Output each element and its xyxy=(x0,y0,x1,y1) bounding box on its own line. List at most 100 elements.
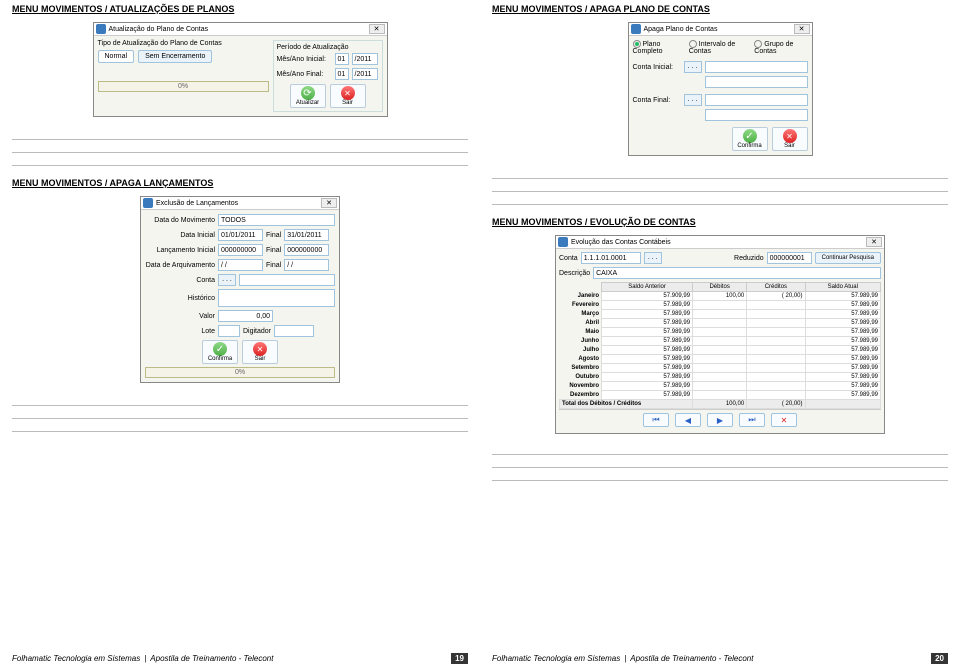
close-icon[interactable]: ✕ xyxy=(321,198,337,208)
page-footer: Folhamatic Tecnologia em Sistemas | Apos… xyxy=(12,653,468,664)
sair-button[interactable]: ✕Sair xyxy=(330,84,366,108)
table-total-row: Total dos Débitos / Créditos100,00( 20,0… xyxy=(560,400,881,409)
conta-label: Conta xyxy=(559,255,578,262)
table-row: Setembro57.989,9957.989,99 xyxy=(560,364,881,373)
nav-last-button[interactable]: ⏭ xyxy=(739,413,765,427)
col-saldo-anterior: Saldo Anterior xyxy=(602,283,693,292)
page-19: MENU MOVIMENTOS / ATUALIZAÇÕES DE PLANOS… xyxy=(0,0,480,670)
contafim-desc xyxy=(705,109,808,121)
mesini-y[interactable]: /2011 xyxy=(352,53,378,65)
containi-field[interactable] xyxy=(705,61,808,73)
table-row: Outubro57.989,9957.989,99 xyxy=(560,373,881,382)
contafim-field[interactable] xyxy=(705,94,808,106)
titlebar: Atualização do Plano de Contas ✕ xyxy=(94,23,387,36)
mesini-m[interactable]: 01 xyxy=(335,53,349,65)
titlebar: Exclusão de Lançamentos ✕ xyxy=(141,197,339,210)
radio-intervalo[interactable]: Intervalo de Contas xyxy=(689,40,748,55)
lote-field[interactable] xyxy=(218,325,240,337)
mesfim-label: Mês/Ano Final: xyxy=(277,71,332,78)
dialog-title: Evolução das Contas Contábeis xyxy=(571,239,671,246)
table-row: Novembro57.989,9957.989,99 xyxy=(560,382,881,391)
digitador-field[interactable] xyxy=(274,325,314,337)
periodo-title: Período de Atualização xyxy=(277,44,379,51)
sair-button[interactable]: ✕Sair xyxy=(772,127,808,151)
table-row: Agosto57.989,9957.989,99 xyxy=(560,355,881,364)
datamov-label: Data do Movimento xyxy=(145,217,215,224)
atualizar-button[interactable]: ⟳Atualizar xyxy=(290,84,326,108)
col-debitos: Débitos xyxy=(693,283,747,292)
mesini-label: Mês/Ano Inicial: xyxy=(277,56,332,63)
conta-field[interactable] xyxy=(239,274,335,286)
nav-next-button[interactable]: ▶ xyxy=(707,413,733,427)
lancini-field[interactable]: 000000000 xyxy=(218,244,263,256)
footer-company: Folhamatic Tecnologia em Sistemas xyxy=(492,654,620,663)
dataarq-field[interactable]: / / xyxy=(218,259,263,271)
dialog-title: Exclusão de Lançamentos xyxy=(156,200,238,207)
footer-company: Folhamatic Tecnologia em Sistemas xyxy=(12,654,140,663)
dialog-title: Apaga Plano de Contas xyxy=(644,26,718,33)
close-icon[interactable]: ✕ xyxy=(369,24,385,34)
dialog-exclusao-lanc: Exclusão de Lançamentos ✕ Data do Movime… xyxy=(140,196,340,383)
dialog-apaga-plano: Apaga Plano de Contas ✕ Plano Completo I… xyxy=(628,22,813,156)
historico-label: Histórico xyxy=(145,295,215,302)
mesfim-y[interactable]: /2011 xyxy=(352,68,378,80)
app-icon xyxy=(631,24,641,34)
final-label2: Final xyxy=(266,247,281,254)
mesfim-m[interactable]: 01 xyxy=(335,68,349,80)
tipo-label: Tipo de Atualização do Plano de Contas xyxy=(98,40,269,47)
conta-field[interactable]: 1.1.1.01.0001 xyxy=(581,252,641,264)
dataarq-label: Data de Arquivamento xyxy=(145,262,215,269)
table-row: Maio57.989,9957.989,99 xyxy=(560,328,881,337)
confirma-button[interactable]: ✓Confirma xyxy=(202,340,238,364)
writing-lines xyxy=(12,393,468,432)
footer-doc: Apostila de Treinamento - Telecont xyxy=(630,654,753,663)
radio-plano-completo[interactable]: Plano Completo xyxy=(633,40,683,55)
evolucao-table: Saldo Anterior Débitos Créditos Saldo At… xyxy=(559,282,881,409)
dataarqfim-field[interactable]: / / xyxy=(284,259,329,271)
page-number: 20 xyxy=(931,653,948,664)
table-row: Fevereiro57.989,9957.989,99 xyxy=(560,301,881,310)
app-icon xyxy=(96,24,106,34)
datamov-field[interactable]: TODOS xyxy=(218,214,335,226)
close-icon[interactable]: ✕ xyxy=(794,24,810,34)
lancfim-field[interactable]: 000000000 xyxy=(284,244,329,256)
descricao-field: CAIXA xyxy=(593,267,881,279)
app-icon xyxy=(143,198,153,208)
contafim-browse[interactable]: . . . xyxy=(684,94,702,106)
page-number: 19 xyxy=(451,653,468,664)
contafim-label: Conta Final: xyxy=(633,97,681,104)
section-title-apaga-lanc: MENU MOVIMENTOS / APAGA LANÇAMENTOS xyxy=(12,178,468,188)
table-row: Janeiro57.909,99100,00( 20,00)57.989,99 xyxy=(560,292,881,301)
conta-label: Conta xyxy=(145,277,215,284)
writing-lines xyxy=(492,442,948,481)
valor-field[interactable]: 0,00 xyxy=(218,310,273,322)
containi-desc xyxy=(705,76,808,88)
progress-bar: 0% xyxy=(145,367,335,378)
table-row: Abril57.989,9957.989,99 xyxy=(560,319,881,328)
dialog-evolucao: Evolução das Contas Contábeis ✕ Conta 1.… xyxy=(555,235,885,434)
containi-browse[interactable]: . . . xyxy=(684,61,702,73)
continuar-pesquisa-button[interactable]: Continuar Pesquisa xyxy=(815,252,881,264)
conta-browse[interactable]: . . . xyxy=(644,252,662,264)
tab-sem-encerramento[interactable]: Sem Encerramento xyxy=(138,50,212,63)
tab-normal[interactable]: Normal xyxy=(98,50,135,63)
dataini-label: Data Inicial xyxy=(145,232,215,239)
reduzido-field[interactable]: 000000001 xyxy=(767,252,812,264)
datafim-field[interactable]: 31/01/2011 xyxy=(284,229,329,241)
confirma-button[interactable]: ✓Confirma xyxy=(732,127,768,151)
nav-prev-button[interactable]: ◀ xyxy=(675,413,701,427)
valor-label: Valor xyxy=(145,313,215,320)
close-icon[interactable]: ✕ xyxy=(866,237,882,247)
nav-first-button[interactable]: ⏮ xyxy=(643,413,669,427)
dataini-field[interactable]: 01/01/2011 xyxy=(218,229,263,241)
progress-bar: 0% xyxy=(98,81,269,92)
conta-browse-button[interactable]: . . . xyxy=(218,274,236,286)
radio-grupo[interactable]: Grupo de Contas xyxy=(754,40,807,55)
footer-doc: Apostila de Treinamento - Telecont xyxy=(150,654,273,663)
sair-button[interactable]: ✕Sair xyxy=(242,340,278,364)
historico-field[interactable] xyxy=(218,289,335,307)
nav-close-button[interactable]: ✕ xyxy=(771,413,797,427)
page-footer: Folhamatic Tecnologia em Sistemas | Apos… xyxy=(492,653,948,664)
table-row: Julho57.989,9957.989,99 xyxy=(560,346,881,355)
final-label: Final xyxy=(266,232,281,239)
